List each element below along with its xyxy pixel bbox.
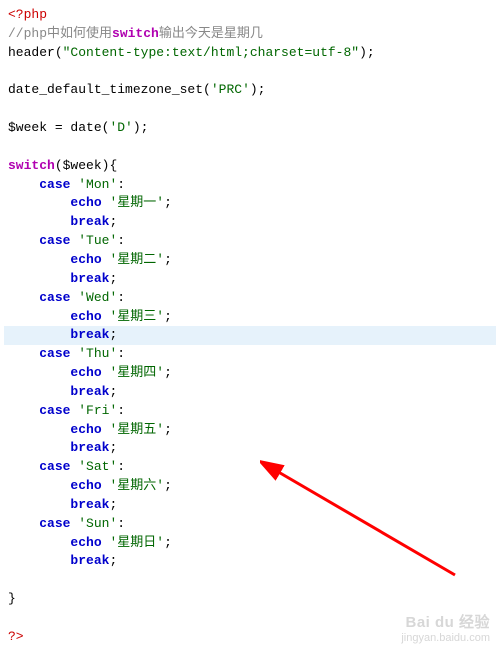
- php-close-tag: ?>: [4, 628, 496, 647]
- echo-line: echo '星期二';: [4, 251, 496, 270]
- break-line: break;: [4, 213, 496, 232]
- switch-line: switch($week){: [4, 157, 496, 176]
- break-line: break;: [4, 552, 496, 571]
- timezone-line: date_default_timezone_set('PRC');: [4, 81, 496, 100]
- echo-line: echo '星期日';: [4, 534, 496, 553]
- break-line: break;: [4, 270, 496, 289]
- echo-line: echo '星期三';: [4, 308, 496, 327]
- break-line: break;: [4, 383, 496, 402]
- echo-line: echo '星期五';: [4, 421, 496, 440]
- case-line: case 'Thu':: [4, 345, 496, 364]
- case-line: case 'Fri':: [4, 402, 496, 421]
- header-call-line: header("Content-type:text/html;charset=u…: [4, 44, 496, 63]
- blank-line: [4, 138, 496, 157]
- week-assign-line: $week = date('D');: [4, 119, 496, 138]
- echo-line: echo '星期六';: [4, 477, 496, 496]
- close-brace: }: [4, 590, 496, 609]
- break-line-highlighted: break;: [4, 326, 496, 345]
- case-line: case 'Sat':: [4, 458, 496, 477]
- break-line: break;: [4, 496, 496, 515]
- case-line: case 'Mon':: [4, 176, 496, 195]
- case-line: case 'Tue':: [4, 232, 496, 251]
- blank-line: [4, 609, 496, 628]
- blank-line: [4, 571, 496, 590]
- code-block: <?php //php中如何使用switch输出今天是星期几 header("C…: [4, 6, 496, 647]
- break-line: break;: [4, 439, 496, 458]
- php-open-tag: <?php: [4, 6, 496, 25]
- case-line: case 'Sun':: [4, 515, 496, 534]
- echo-line: echo '星期四';: [4, 364, 496, 383]
- blank-line: [4, 100, 496, 119]
- blank-line: [4, 63, 496, 82]
- case-line: case 'Wed':: [4, 289, 496, 308]
- comment-line: //php中如何使用switch输出今天是星期几: [4, 25, 496, 44]
- echo-line: echo '星期一';: [4, 194, 496, 213]
